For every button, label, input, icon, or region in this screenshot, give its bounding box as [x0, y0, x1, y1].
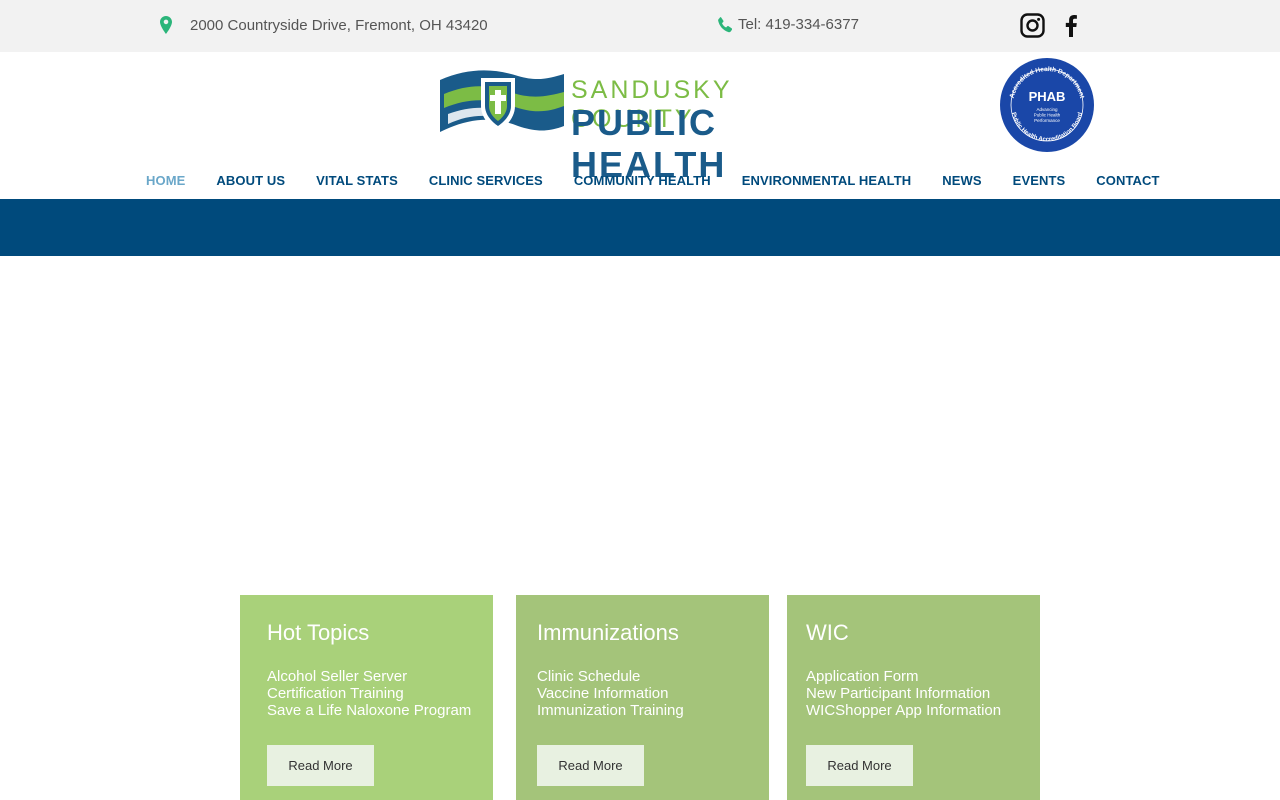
nav-events[interactable]: EVENTS	[1013, 173, 1066, 188]
nav-environmental-health[interactable]: ENVIRONMENTAL HEALTH	[742, 173, 912, 188]
card-link-2[interactable]: Vaccine Information	[537, 685, 769, 702]
card-link-1[interactable]: Clinic Schedule	[537, 668, 769, 685]
read-more-button[interactable]: Read More	[267, 745, 374, 786]
site-header: SANDUSKY COUNTY PUBLIC HEALTH Accredited…	[0, 52, 1280, 199]
instagram-icon[interactable]	[1020, 13, 1045, 38]
card-title: Immunizations	[537, 620, 679, 645]
seal-center-text: PHAB	[1029, 89, 1066, 104]
flag-shield-icon	[440, 70, 564, 132]
address-text: 2000 Countryside Drive, Fremont, OH 4342…	[190, 16, 488, 34]
phone-icon	[718, 16, 732, 32]
social-links	[1020, 13, 1084, 38]
card-immunizations: Immunizations Clinic Schedule Vaccine In…	[516, 595, 769, 800]
blue-banner	[0, 199, 1280, 256]
address-link[interactable]: 2000 Countryside Drive, Fremont, OH 4342…	[160, 16, 488, 34]
card-link-3[interactable]: WICShopper App Information	[806, 702, 1040, 719]
nav-contact[interactable]: CONTACT	[1096, 173, 1159, 188]
card-link-2[interactable]: Certification Training	[267, 685, 493, 702]
seal-sub-2: Public Health	[1034, 113, 1061, 118]
nav-news[interactable]: NEWS	[942, 173, 981, 188]
card-link-3[interactable]: Immunization Training	[537, 702, 769, 719]
phone-text: Tel: 419-334-6377	[738, 16, 859, 33]
read-more-button[interactable]: Read More	[537, 745, 644, 786]
nav-vital-stats[interactable]: VITAL STATS	[316, 173, 398, 188]
card-title: Hot Topics	[267, 620, 370, 645]
site-logo[interactable]: SANDUSKY COUNTY PUBLIC HEALTH	[438, 66, 838, 185]
nav-home[interactable]: HOME	[146, 173, 185, 188]
facebook-icon[interactable]	[1059, 13, 1084, 38]
nav-about-us[interactable]: ABOUT US	[216, 173, 285, 188]
main-nav: HOME ABOUT US VITAL STATS CLINIC SERVICE…	[146, 173, 1160, 188]
phab-accreditation-seal[interactable]: Accredited Health Department Public Heal…	[999, 57, 1095, 153]
card-title: WIC	[806, 620, 849, 645]
seal-sub-1: Advancing	[1036, 107, 1058, 112]
card-hot-topics: Hot Topics Alcohol Seller Server Certifi…	[240, 595, 493, 800]
map-pin-icon	[160, 16, 172, 34]
card-link-1[interactable]: Alcohol Seller Server	[267, 668, 493, 685]
phone-link[interactable]: Tel: 419-334-6377	[718, 16, 859, 33]
card-link-1[interactable]: Application Form	[806, 668, 1040, 685]
card-link-3[interactable]: Save a Life Naloxone Program	[267, 702, 493, 719]
nav-community-health[interactable]: COMMUNITY HEALTH	[574, 173, 711, 188]
card-link-2[interactable]: New Participant Information	[806, 685, 1040, 702]
nav-clinic-services[interactable]: CLINIC SERVICES	[429, 173, 543, 188]
card-wic: WIC Application Form New Participant Inf…	[787, 595, 1040, 800]
read-more-button[interactable]: Read More	[806, 745, 913, 786]
seal-sub-3: Performance	[1034, 118, 1060, 123]
top-info-bar: 2000 Countryside Drive, Fremont, OH 4342…	[0, 0, 1280, 52]
